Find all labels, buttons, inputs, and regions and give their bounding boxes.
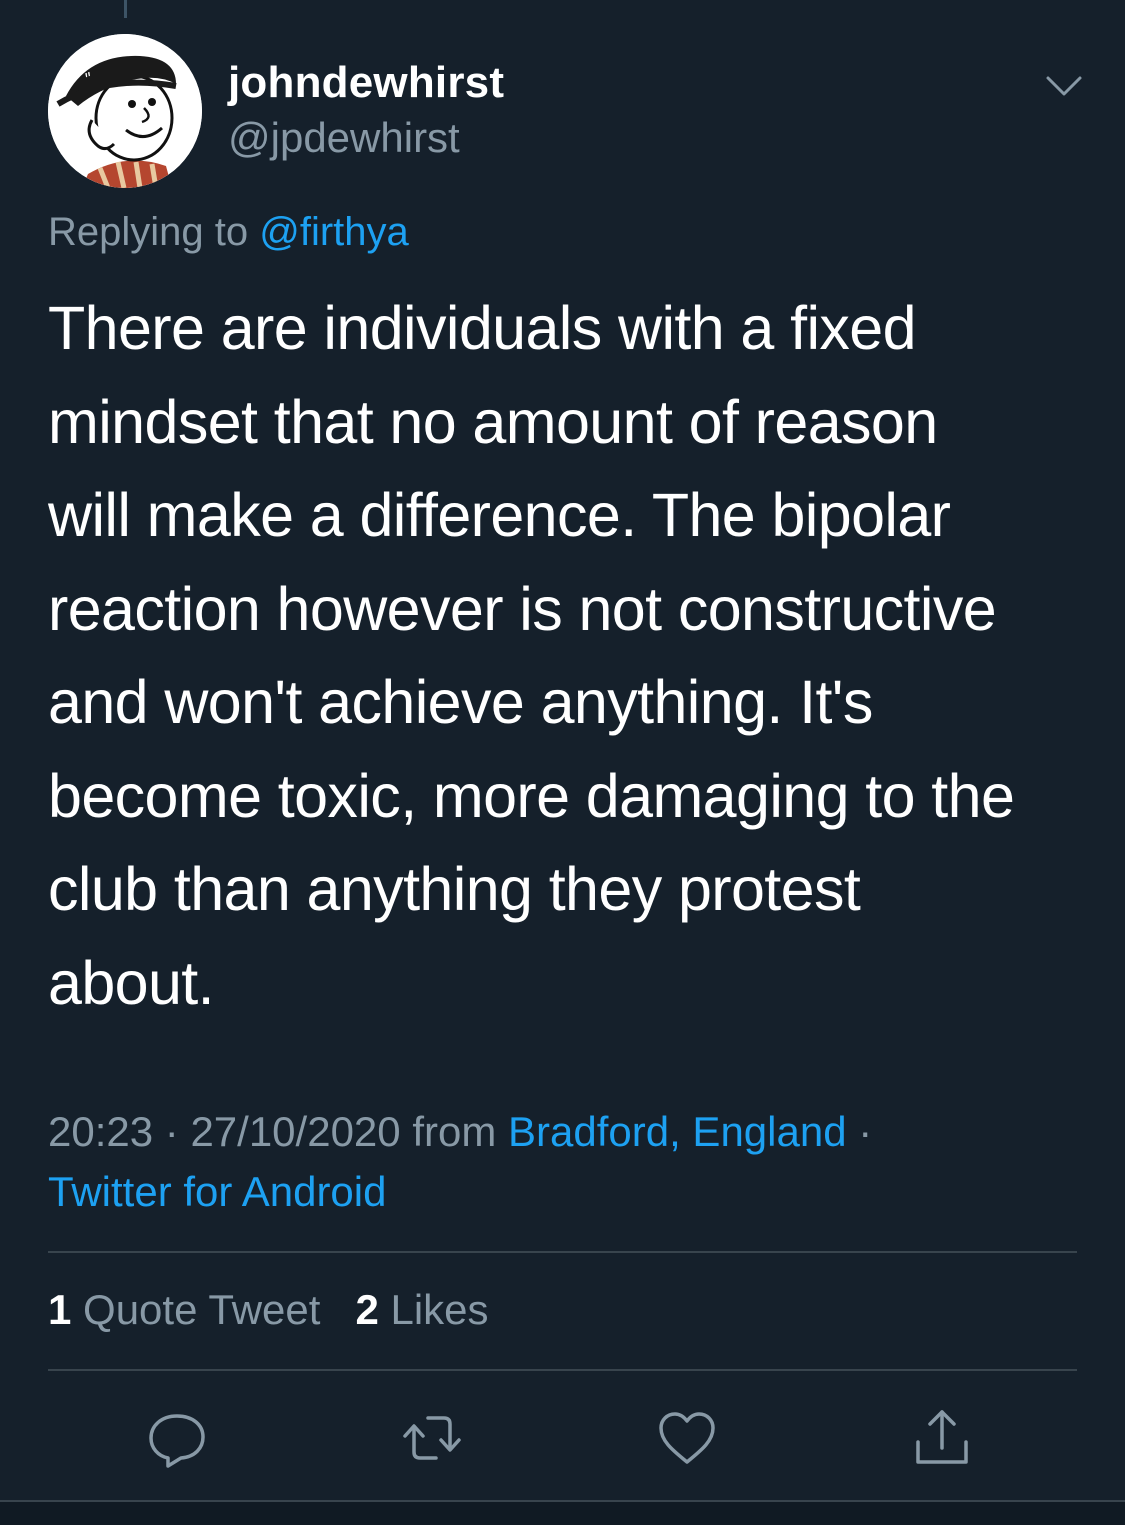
tweet-source-link[interactable]: Twitter for Android [48,1168,386,1215]
heart-icon [659,1412,715,1464]
share-button[interactable] [910,1406,974,1470]
retweet-icon [403,1416,461,1460]
tweet-metadata: 20:23 · 27/10/2020 from Bradford, Englan… [48,1102,872,1222]
thread-connector-line [124,0,127,18]
tweet-date[interactable]: 27/10/2020 [190,1108,400,1155]
tweet-location-link[interactable]: Bradford, England [508,1108,847,1155]
share-icon [916,1410,968,1464]
tweet-text-line: There are individuals with a fixed [48,294,917,362]
reply-icon [149,1414,205,1468]
divider [48,1369,1077,1371]
quote-tweet-count: 1 [48,1286,72,1333]
tweet-text-line: and won't achieve anything. It's [48,668,873,736]
likes-count: 2 [355,1286,379,1333]
tweet-body-text: There are individuals with a fixed minds… [48,282,1088,1030]
reply-button[interactable] [145,1406,209,1470]
tweet-action-bar [0,1406,1125,1472]
like-button[interactable] [655,1406,719,1470]
cartoon-boy-avatar-icon: ʺ [48,34,202,188]
tweet-text-line: about. [48,948,215,1017]
meta-separator: · [153,1108,191,1155]
quote-tweets-stat[interactable]: 1 Quote Tweet [48,1286,320,1333]
tweet-text-line: will make a difference. The bipolar [48,481,951,549]
author-handle[interactable]: @jpdewhirst [228,114,460,162]
tweet-stats: 1 Quote Tweet 2 Likes [48,1286,489,1334]
replying-to-line: Replying to @firthya [48,210,409,255]
divider [48,1251,1077,1253]
meta-from-label: from [400,1108,508,1155]
bottom-edge-bar [0,1500,1125,1525]
retweet-button[interactable] [400,1406,464,1470]
meta-separator: · [846,1108,873,1155]
tweet-menu-chevron-down-icon[interactable] [1042,68,1086,104]
tweet-text-line: mindset that no amount of reason [48,387,938,456]
likes-stat[interactable]: 2 Likes [355,1286,488,1333]
author-avatar[interactable]: ʺ [48,34,202,188]
tweet-text-line: reaction however is not constructive [48,574,997,643]
replying-to-prefix: Replying to [48,210,249,254]
author-display-name[interactable]: johndewhirst [228,58,504,108]
tweet-text-line: become toxic, more damaging to the [48,761,1015,830]
tweet-text-line: club than anything they protest [48,855,861,923]
likes-label: Likes [390,1286,489,1333]
tweet-time[interactable]: 20:23 [48,1108,153,1155]
quote-tweet-label: Quote Tweet [83,1286,321,1333]
replying-to-mention-link[interactable]: @firthya [259,210,409,254]
